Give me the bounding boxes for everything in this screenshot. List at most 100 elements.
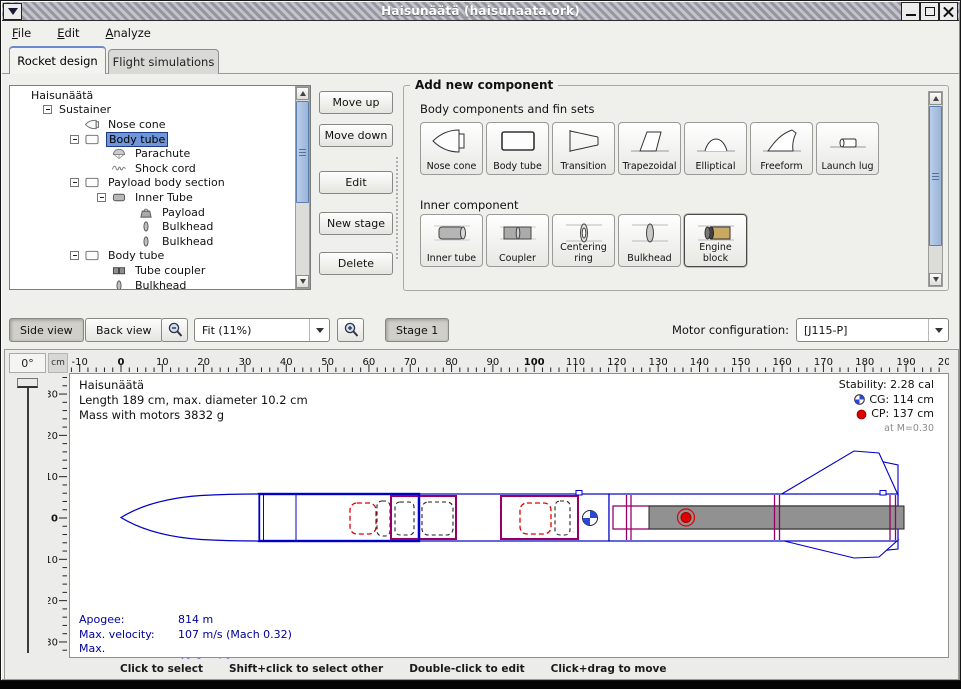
tree-item-inner-tube[interactable]: Inner Tube xyxy=(11,190,294,205)
launch-lug[interactable] xyxy=(880,491,886,496)
nose-cone-icon xyxy=(84,118,100,131)
tab-bar: Rocket design Flight simulations xyxy=(2,44,959,74)
tree-item-body-tube[interactable]: Body tube xyxy=(11,132,294,147)
maximize-button[interactable] xyxy=(920,2,939,21)
window-title: Haisunäätä (haisunaata.ork) xyxy=(2,4,959,18)
add-transition-button[interactable]: Transition xyxy=(552,122,615,175)
title-bar[interactable]: Haisunäätä (haisunaata.ork) xyxy=(2,2,959,21)
menu-edit[interactable]: Edit xyxy=(57,26,79,40)
horizontal-ruler: -100102030405060708090100110120130140150… xyxy=(69,353,949,373)
motor-configuration-label: Motor configuration: xyxy=(601,323,789,337)
add-bulkhead-button[interactable]: Bulkhead xyxy=(618,214,681,267)
close-button[interactable] xyxy=(939,2,958,21)
collapse-toggle-icon[interactable] xyxy=(97,193,106,202)
nose-cone[interactable] xyxy=(121,494,259,541)
tree-item-payload-body-section[interactable]: Payload body section xyxy=(11,176,294,191)
maximize-icon xyxy=(925,7,935,16)
hint-shift-click: Shift+click to select other xyxy=(229,663,383,675)
svg-text:60: 60 xyxy=(363,357,376,368)
engine-block-icon xyxy=(694,218,738,248)
tree-item-sustainer[interactable]: Sustainer xyxy=(11,103,294,118)
add-centering-ring-button[interactable]: Centering ring xyxy=(552,214,615,267)
add-launch-lug-button[interactable]: Launch lug xyxy=(816,122,879,175)
add-freeform-fin-button[interactable]: Freeform xyxy=(750,122,813,175)
screen: Haisunäätä (haisunaata.ork) File Edit An… xyxy=(0,0,961,689)
minimize-button[interactable] xyxy=(901,2,920,21)
new-stage-button[interactable]: New stage xyxy=(319,212,393,235)
tree-item-bulkhead[interactable]: Bulkhead xyxy=(11,219,294,234)
launch-lug[interactable] xyxy=(576,491,582,496)
add-nose-cone-button[interactable]: Nose cone xyxy=(420,122,483,175)
move-up-button[interactable]: Move up xyxy=(319,91,393,114)
component-panel-scrollbar[interactable] xyxy=(928,91,943,287)
motor-configuration-value: [J115-P] xyxy=(797,324,928,337)
add-body-tube-button[interactable]: Body tube xyxy=(486,122,549,175)
window-menu-icon xyxy=(8,8,18,15)
body-components-label: Body components and fin sets xyxy=(420,102,594,116)
tab-rocket-design[interactable]: Rocket design xyxy=(9,46,106,74)
apogee-row: Apogee:814 m xyxy=(79,613,292,628)
scroll-down-icon[interactable] xyxy=(929,273,942,286)
add-trapezoidal-fin-button[interactable]: Trapezoidal xyxy=(618,122,681,175)
rotation-slider-handle[interactable] xyxy=(17,378,38,388)
stage-1-toggle[interactable]: Stage 1 xyxy=(385,318,449,342)
menu-analyze[interactable]: Analyze xyxy=(106,26,151,40)
add-component-panel: Add new component Body components and fi… xyxy=(403,85,949,291)
tree-item-payload[interactable]: Payload xyxy=(11,205,294,220)
svg-text:130: 130 xyxy=(649,357,668,368)
tree-item-rocket[interactable]: Haisunäätä xyxy=(11,88,294,103)
tree-item-bulkhead[interactable]: Bulkhead xyxy=(11,278,294,289)
menu-file[interactable]: File xyxy=(12,26,31,40)
stability-value: Stability: 2.28 cal xyxy=(839,378,934,393)
zoom-in-icon xyxy=(342,321,360,339)
tree-scrollbar[interactable] xyxy=(295,86,310,289)
add-engine-block-button[interactable]: Engine block xyxy=(684,214,747,267)
collapse-toggle-icon[interactable] xyxy=(43,105,52,114)
svg-text:110: 110 xyxy=(566,357,585,368)
inner-component-label: Inner component xyxy=(420,198,519,212)
collapse-toggle-icon[interactable] xyxy=(70,178,79,187)
scroll-down-icon[interactable] xyxy=(296,275,309,288)
application-window: Haisunäätä (haisunaata.ork) File Edit An… xyxy=(0,0,961,681)
add-elliptical-fin-button[interactable]: Elliptical xyxy=(684,122,747,175)
scroll-up-icon[interactable] xyxy=(929,92,942,105)
collapse-toggle-icon[interactable] xyxy=(70,251,79,260)
tab-flight-simulations[interactable]: Flight simulations xyxy=(108,49,219,74)
window-menu-button[interactable] xyxy=(3,3,22,20)
tube-coupler-icon xyxy=(111,264,127,277)
move-down-button[interactable]: Move down xyxy=(319,124,393,147)
tree-item-nose-cone[interactable]: Nose cone xyxy=(11,117,294,132)
zoom-level-select[interactable]: Fit (11%) xyxy=(194,318,330,342)
svg-text:90: 90 xyxy=(487,357,500,368)
add-inner-tube-button[interactable]: Inner tube xyxy=(420,214,483,267)
svg-text:40: 40 xyxy=(280,357,293,368)
component-panel-scrollbar-thumb[interactable] xyxy=(929,106,942,246)
zoom-out-button[interactable] xyxy=(161,318,188,342)
rotation-slider-track[interactable] xyxy=(27,387,29,653)
tree-scrollbar-thumb[interactable] xyxy=(296,101,309,203)
tree-item-parachute[interactable]: Parachute xyxy=(11,146,294,161)
collapse-toggle-icon[interactable] xyxy=(70,135,79,144)
svg-text:-10: -10 xyxy=(72,357,88,368)
tree-item-tube-coupler[interactable]: Tube coupler xyxy=(11,263,294,278)
component-tree: Haisunäätä Sustainer Nose cone Body tube… xyxy=(9,85,311,290)
scroll-up-icon[interactable] xyxy=(296,87,309,100)
side-view-button[interactable]: Side view xyxy=(9,318,84,342)
back-view-button[interactable]: Back view xyxy=(85,318,163,342)
rotation-angle-value: 0° xyxy=(9,353,46,373)
separator xyxy=(395,156,399,261)
svg-text:10: 10 xyxy=(156,357,169,368)
tree-item-body-tube-aft[interactable]: Body tube xyxy=(11,249,294,264)
add-coupler-button[interactable]: Coupler xyxy=(486,214,549,267)
tree-item-bulkhead[interactable]: Bulkhead xyxy=(11,234,294,249)
mach-condition: at M=0.30 xyxy=(884,422,934,437)
svg-text:30: 30 xyxy=(48,637,58,648)
delete-button[interactable]: Delete xyxy=(319,252,393,275)
edit-button[interactable]: Edit xyxy=(319,171,393,194)
selected-body-tube[interactable] xyxy=(259,494,419,541)
svg-text:80: 80 xyxy=(445,357,458,368)
selected-tree-item: Body tube xyxy=(106,132,168,147)
zoom-in-button[interactable] xyxy=(337,318,364,342)
motor-configuration-select[interactable]: [J115-P] xyxy=(796,318,949,342)
tree-item-shock-cord[interactable]: Shock cord xyxy=(11,161,294,176)
